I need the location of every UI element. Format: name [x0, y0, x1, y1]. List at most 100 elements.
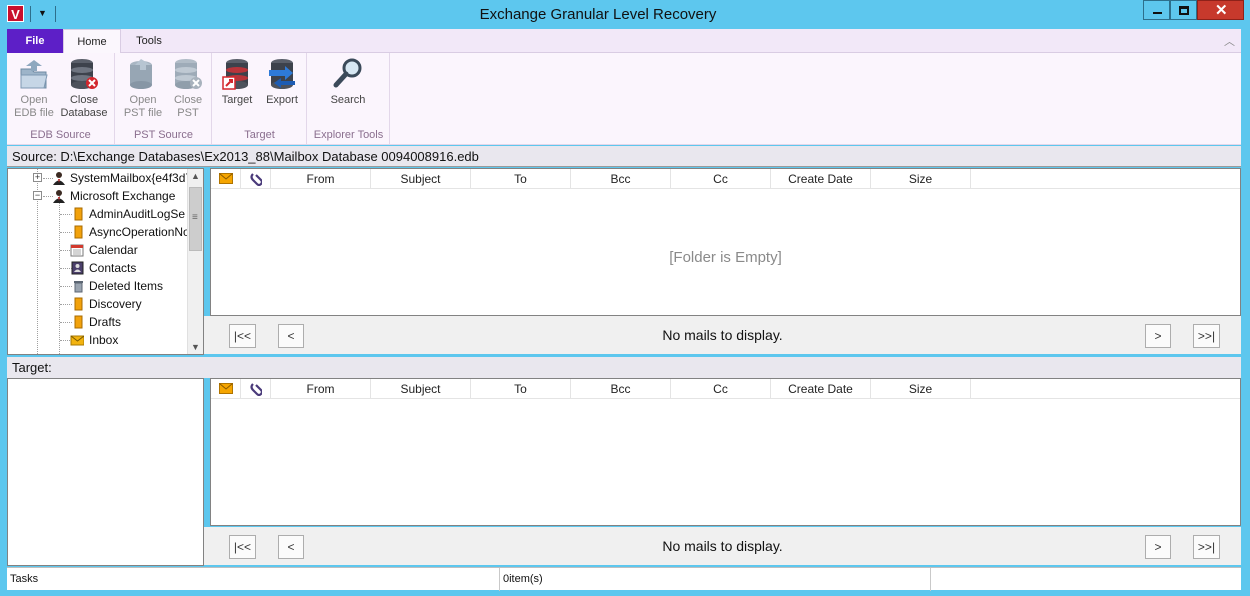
- ribbon-button-label: Export: [266, 94, 298, 106]
- close-database-button[interactable]: Close Database: [59, 57, 109, 120]
- folder-icon: [71, 225, 85, 239]
- user-icon: [52, 171, 66, 185]
- tree-item-label: Microsoft Exchange: [70, 189, 176, 203]
- column-from[interactable]: From: [271, 379, 371, 399]
- ribbon-button-label: PST file: [123, 107, 163, 119]
- column-attachment[interactable]: [241, 379, 271, 399]
- tree-item-deleted-items[interactable]: Deleted Items: [8, 277, 188, 295]
- ribbon-button-label: Database: [60, 107, 108, 119]
- tree-item-microsoft-exchange[interactable]: − Microsoft Exchange: [8, 187, 188, 205]
- ribbon-button-label: Open: [129, 94, 157, 106]
- empty-folder-message: [Folder is Empty]: [669, 249, 782, 266]
- tree-item-calendar[interactable]: Calendar: [8, 241, 188, 259]
- column-cc[interactable]: Cc: [671, 379, 771, 399]
- tab-tools[interactable]: Tools: [121, 29, 177, 53]
- next-page-button[interactable]: >: [1145, 324, 1171, 348]
- column-attachment[interactable]: [241, 169, 271, 189]
- close-window-button[interactable]: ✕: [1197, 0, 1244, 20]
- column-bcc[interactable]: Bcc: [571, 379, 671, 399]
- column-create-date[interactable]: Create Date: [771, 169, 871, 189]
- target-label-bar: Target:: [7, 357, 1241, 378]
- open-folder-icon: [18, 57, 50, 91]
- close-database-icon: [68, 57, 100, 91]
- ribbon-button-label: PST: [177, 107, 199, 119]
- export-icon: [266, 57, 298, 91]
- export-button[interactable]: Export: [261, 57, 303, 107]
- close-pst-button[interactable]: Close PST: [168, 57, 208, 120]
- collapse-ribbon-icon[interactable]: ︿: [1224, 33, 1235, 49]
- tab-home[interactable]: Home: [63, 29, 121, 54]
- target-tree[interactable]: [7, 378, 204, 566]
- ribbon-button-label: EDB file: [14, 107, 54, 119]
- tree-item-label: Discovery: [89, 297, 142, 311]
- target-mail-list[interactable]: From Subject To Bcc Cc Create Date Size: [210, 378, 1241, 526]
- last-page-button[interactable]: >>|: [1193, 535, 1220, 559]
- ribbon-group-explorer-tools: Search Explorer Tools: [308, 53, 390, 145]
- tree-item-inbox[interactable]: Inbox: [8, 331, 188, 349]
- tree-item-label: Contacts: [89, 261, 137, 275]
- column-to[interactable]: To: [471, 169, 571, 189]
- ribbon-group-label: Explorer Tools: [313, 129, 384, 141]
- pager-status-text: No mails to display.: [662, 538, 783, 554]
- target-database-icon: [221, 57, 253, 91]
- column-cc[interactable]: Cc: [671, 169, 771, 189]
- next-page-button[interactable]: >: [1145, 535, 1171, 559]
- last-page-button[interactable]: >>|: [1193, 324, 1220, 348]
- tree-item-drafts[interactable]: Drafts: [8, 313, 188, 331]
- ribbon-button-label: Close: [69, 94, 99, 106]
- tree-item-system-mailbox[interactable]: + SystemMailbox{e4f3d7: [8, 169, 192, 187]
- column-subject[interactable]: Subject: [371, 169, 471, 189]
- expand-icon[interactable]: +: [33, 173, 42, 182]
- tree-item-discovery[interactable]: Discovery: [8, 295, 188, 313]
- column-read-status[interactable]: [211, 169, 241, 189]
- magnifier-icon: [332, 57, 364, 91]
- ribbon: Open EDB file Close Database EDB Source: [7, 53, 1241, 145]
- column-size[interactable]: Size: [871, 169, 971, 189]
- source-path-bar: Source: D:\Exchange Databases\Ex2013_88\…: [7, 146, 1241, 167]
- maximize-button[interactable]: [1170, 0, 1197, 20]
- ribbon-group-label: Target: [244, 129, 275, 141]
- user-icon: [52, 189, 66, 203]
- folder-icon: [71, 297, 85, 311]
- trash-icon: [71, 279, 85, 293]
- folder-icon: [71, 207, 85, 221]
- target-pager: |<< < No mails to display. > >>|: [204, 527, 1241, 565]
- ribbon-group-pst-source: Open PST file Close PST PST Source: [116, 53, 212, 145]
- tab-file[interactable]: File: [7, 29, 63, 53]
- folder-tree[interactable]: + SystemMailbox{e4f3d7 − Microsoft Excha…: [7, 168, 204, 355]
- column-from[interactable]: From: [271, 169, 371, 189]
- column-read-status[interactable]: [211, 379, 241, 399]
- column-to[interactable]: To: [471, 379, 571, 399]
- tree-scrollbar[interactable]: ▲ ▼: [187, 169, 203, 354]
- window-title: Exchange Granular Level Recovery: [479, 6, 717, 23]
- status-tasks: Tasks: [7, 568, 500, 591]
- ribbon-tab-strip: File Home Tools ︿: [7, 29, 1241, 54]
- minimize-icon: [1153, 12, 1162, 14]
- column-subject[interactable]: Subject: [371, 379, 471, 399]
- calendar-icon: [70, 243, 84, 257]
- ribbon-group-label: PST Source: [133, 129, 194, 141]
- column-bcc[interactable]: Bcc: [571, 169, 671, 189]
- mail-column-header: From Subject To Bcc Cc Create Date Size: [211, 379, 1240, 399]
- search-button[interactable]: Search: [328, 57, 368, 107]
- folder-icon: [71, 315, 85, 329]
- title-bar: V ▼ Exchange Granular Level Recovery ✕: [0, 0, 1250, 29]
- scroll-down-icon[interactable]: ▼: [191, 342, 200, 352]
- open-edb-file-button[interactable]: Open EDB file: [12, 57, 56, 120]
- minimize-button[interactable]: [1143, 0, 1170, 20]
- scroll-thumb[interactable]: [189, 187, 202, 251]
- scroll-up-icon[interactable]: ▲: [191, 171, 200, 181]
- tree-item-admin-audit-log[interactable]: AdminAuditLogSe: [8, 205, 188, 223]
- open-pst-file-button[interactable]: Open PST file: [121, 57, 165, 120]
- target-button[interactable]: Target: [217, 57, 257, 107]
- column-size[interactable]: Size: [871, 379, 971, 399]
- paperclip-icon: [249, 383, 263, 397]
- inbox-icon: [70, 333, 85, 347]
- tree-item-async-operation[interactable]: AsyncOperationNo: [8, 223, 190, 241]
- collapse-icon[interactable]: −: [33, 191, 42, 200]
- column-create-date[interactable]: Create Date: [771, 379, 871, 399]
- envelope-icon: [218, 383, 233, 394]
- tree-item-label: Drafts: [89, 315, 122, 329]
- tree-item-contacts[interactable]: Contacts: [8, 259, 188, 277]
- source-mail-list[interactable]: From Subject To Bcc Cc Create Date Size …: [210, 168, 1241, 316]
